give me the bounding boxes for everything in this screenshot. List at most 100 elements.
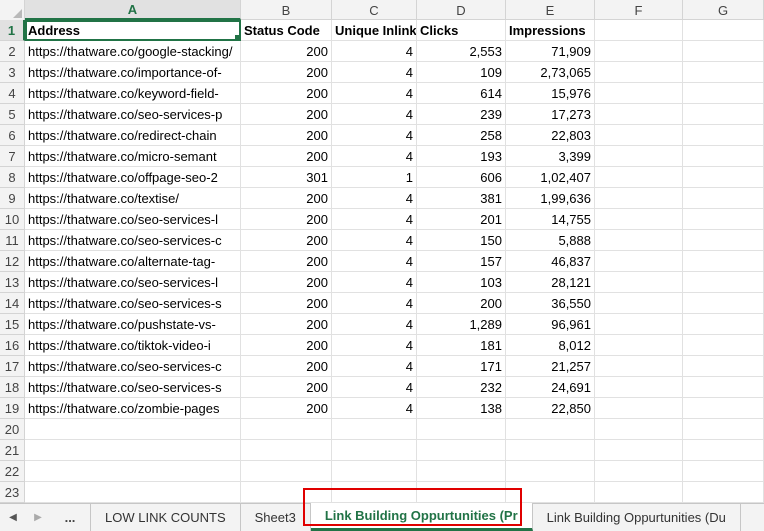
row-header[interactable]: 22 — [0, 461, 25, 482]
cell-status-code[interactable]: 301 — [241, 167, 332, 188]
cell-unique-inlinks[interactable]: 4 — [332, 62, 417, 83]
row-header[interactable]: 18 — [0, 377, 25, 398]
row-header[interactable]: 9 — [0, 188, 25, 209]
cell-unique-inlinks[interactable]: 4 — [332, 146, 417, 167]
row-header[interactable]: 23 — [0, 482, 25, 503]
cell-impressions[interactable]: 22,803 — [506, 125, 595, 146]
cell-clicks[interactable]: 103 — [417, 272, 506, 293]
cell-empty[interactable] — [683, 125, 764, 146]
cell-empty[interactable] — [683, 230, 764, 251]
cell-address-header[interactable]: Address — [25, 20, 241, 41]
cell-status-code[interactable]: 200 — [241, 62, 332, 83]
cell-clicks[interactable]: 138 — [417, 398, 506, 419]
cell-address[interactable]: https://thatware.co/alternate-tag- — [25, 251, 241, 272]
more-sheets-button[interactable]: ... — [50, 504, 90, 531]
cell-empty[interactable] — [595, 62, 683, 83]
cell-empty[interactable] — [683, 314, 764, 335]
column-header-c[interactable]: C — [332, 0, 417, 20]
cell-empty[interactable] — [683, 335, 764, 356]
cell-impressions[interactable]: 14,755 — [506, 209, 595, 230]
cell-empty[interactable] — [683, 167, 764, 188]
cell-address[interactable]: https://thatware.co/seo-services-s — [25, 293, 241, 314]
cell-empty[interactable] — [595, 83, 683, 104]
cell-impressions-header[interactable]: Impressions — [506, 20, 595, 41]
cell-empty[interactable] — [241, 461, 332, 482]
cell-unique-inlinks[interactable]: 4 — [332, 398, 417, 419]
cell-impressions[interactable]: 22,850 — [506, 398, 595, 419]
cell-inlinks-header[interactable]: Unique Inlinks — [332, 20, 417, 41]
cell-address[interactable]: https://thatware.co/redirect-chain — [25, 125, 241, 146]
cell-address[interactable]: https://thatware.co/seo-services-s — [25, 377, 241, 398]
cell-impressions[interactable]: 24,691 — [506, 377, 595, 398]
cell-unique-inlinks[interactable]: 4 — [332, 188, 417, 209]
cell-address[interactable]: https://thatware.co/google-stacking/ — [25, 41, 241, 62]
tab-link-building-pr[interactable]: Link Building Oppurtunities (Pr — [310, 503, 533, 531]
cell-empty[interactable] — [241, 482, 332, 503]
cell-clicks[interactable]: 150 — [417, 230, 506, 251]
cell-status-code[interactable]: 200 — [241, 272, 332, 293]
column-header-d[interactable]: D — [417, 0, 506, 20]
cell-address[interactable]: https://thatware.co/seo-services-p — [25, 104, 241, 125]
cell-empty[interactable] — [683, 293, 764, 314]
cell-empty[interactable] — [683, 272, 764, 293]
cell-status-code[interactable]: 200 — [241, 377, 332, 398]
cell-impressions[interactable]: 21,257 — [506, 356, 595, 377]
row-header[interactable]: 19 — [0, 398, 25, 419]
cell-impressions[interactable]: 1,02,407 — [506, 167, 595, 188]
cell-address[interactable]: https://thatware.co/seo-services-c — [25, 356, 241, 377]
cell-address[interactable]: https://thatware.co/keyword-field- — [25, 83, 241, 104]
cell-empty[interactable] — [595, 167, 683, 188]
cell-unique-inlinks[interactable]: 4 — [332, 356, 417, 377]
cell-empty[interactable] — [683, 482, 764, 503]
cell-impressions[interactable]: 46,837 — [506, 251, 595, 272]
cell-empty[interactable] — [683, 83, 764, 104]
cell-unique-inlinks[interactable]: 4 — [332, 377, 417, 398]
row-header[interactable]: 1 — [0, 20, 25, 41]
row-header[interactable]: 17 — [0, 356, 25, 377]
cell-impressions[interactable]: 2,73,065 — [506, 62, 595, 83]
cell-empty[interactable] — [595, 335, 683, 356]
cell-empty[interactable] — [595, 146, 683, 167]
cell-empty[interactable] — [595, 398, 683, 419]
cell-status-code[interactable]: 200 — [241, 335, 332, 356]
cell-clicks[interactable]: 193 — [417, 146, 506, 167]
cell-impressions[interactable]: 96,961 — [506, 314, 595, 335]
cell-empty[interactable] — [506, 419, 595, 440]
cell-empty[interactable] — [595, 482, 683, 503]
cell-empty[interactable] — [595, 41, 683, 62]
cell-clicks[interactable]: 232 — [417, 377, 506, 398]
cell-clicks[interactable]: 171 — [417, 356, 506, 377]
cell-empty[interactable] — [683, 251, 764, 272]
column-header-e[interactable]: E — [506, 0, 595, 20]
cell-empty[interactable] — [595, 356, 683, 377]
row-header[interactable]: 8 — [0, 167, 25, 188]
cell-empty[interactable] — [683, 104, 764, 125]
row-header[interactable]: 14 — [0, 293, 25, 314]
cell-empty[interactable] — [332, 482, 417, 503]
cell-address[interactable]: https://thatware.co/seo-services-l — [25, 272, 241, 293]
cell-unique-inlinks[interactable]: 4 — [332, 125, 417, 146]
cell-empty[interactable] — [595, 209, 683, 230]
cell-empty[interactable] — [683, 146, 764, 167]
cell-address[interactable]: https://thatware.co/seo-services-l — [25, 209, 241, 230]
cell-empty[interactable] — [506, 440, 595, 461]
column-header-f[interactable]: F — [595, 0, 683, 20]
cell-empty[interactable] — [683, 461, 764, 482]
cell-status-code[interactable]: 200 — [241, 314, 332, 335]
cell-status-code[interactable]: 200 — [241, 188, 332, 209]
cell-empty[interactable] — [595, 440, 683, 461]
cell-empty[interactable] — [595, 20, 683, 41]
cell-empty[interactable] — [595, 230, 683, 251]
cell-clicks[interactable]: 200 — [417, 293, 506, 314]
cell-status-code[interactable]: 200 — [241, 146, 332, 167]
cell-empty[interactable] — [595, 461, 683, 482]
cell-empty[interactable] — [683, 356, 764, 377]
cell-empty[interactable] — [595, 314, 683, 335]
cell-impressions[interactable]: 15,976 — [506, 83, 595, 104]
cell-address[interactable]: https://thatware.co/offpage-seo-2 — [25, 167, 241, 188]
cell-status-code[interactable]: 200 — [241, 356, 332, 377]
cell-empty[interactable] — [683, 20, 764, 41]
cell-unique-inlinks[interactable]: 4 — [332, 209, 417, 230]
row-header[interactable]: 2 — [0, 41, 25, 62]
triangle-right-icon[interactable]: ▶ — [26, 504, 50, 531]
